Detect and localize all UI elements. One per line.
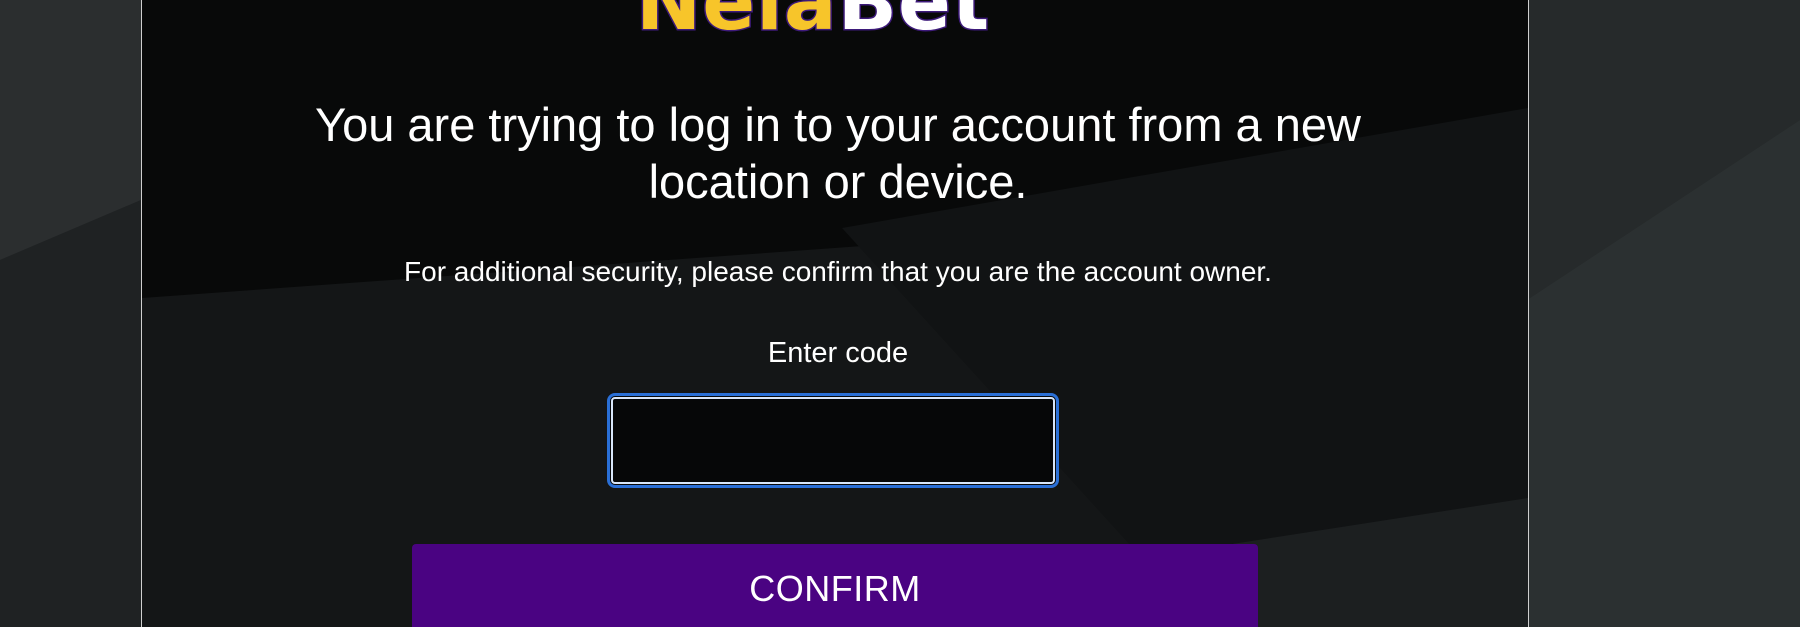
confirm-button[interactable]: CONFIRM (412, 544, 1258, 627)
security-instruction: For additional security, please confirm … (404, 256, 1272, 287)
code-field-label: Enter code (767, 337, 909, 369)
brand-logo: NelaBet (635, 0, 991, 44)
logo-text-part2: Bet (836, 0, 991, 48)
panel-facets (142, 0, 1528, 627)
logo-text-part1: Nela (635, 0, 839, 48)
page-title: You are trying to log in to your account… (315, 98, 1361, 208)
verification-code-input[interactable] (607, 393, 1059, 488)
login-verification-panel: NelaBet You are trying to log in to your… (141, 0, 1529, 627)
